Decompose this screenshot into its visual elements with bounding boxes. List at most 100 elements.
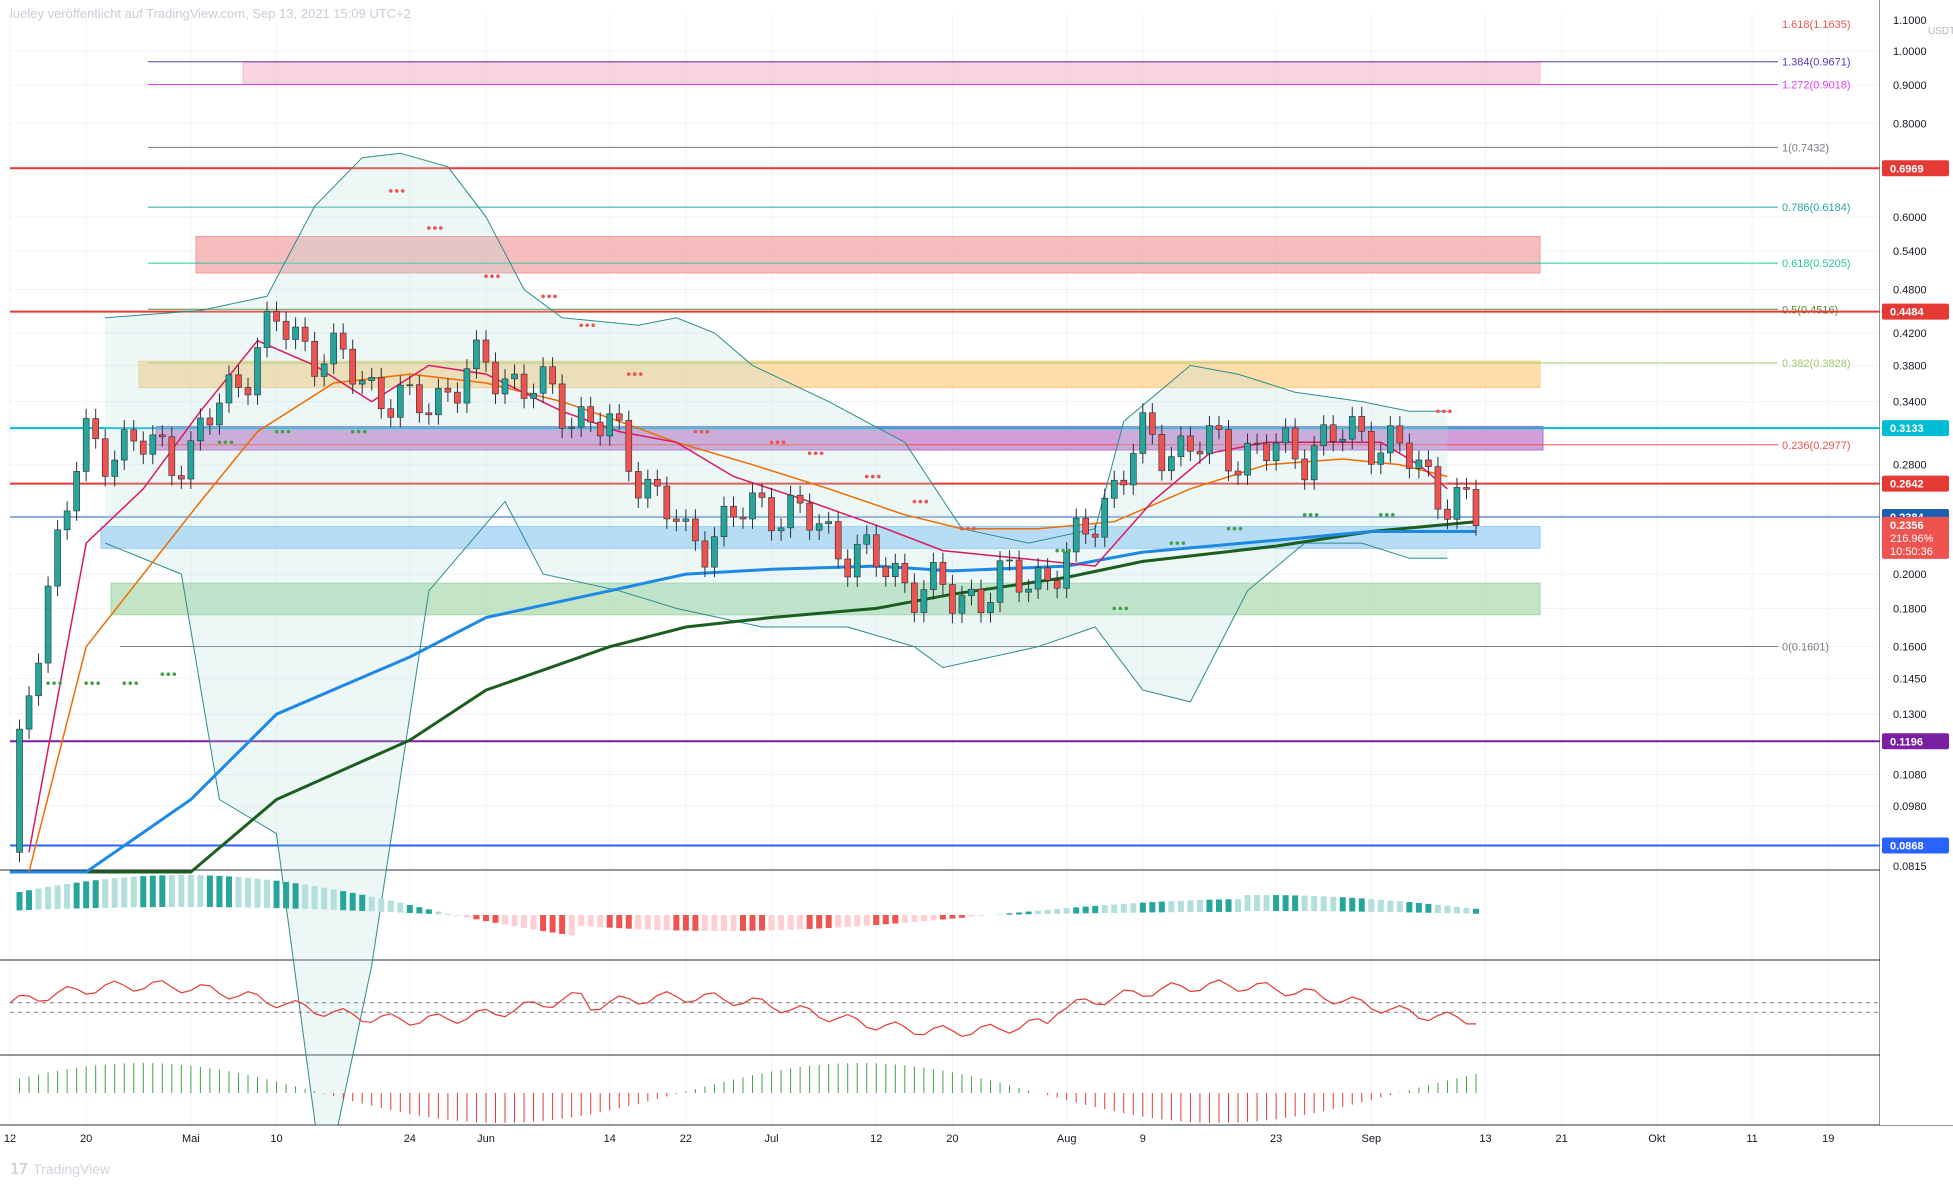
macd-bar: [1120, 903, 1127, 913]
candle-up: [1310, 445, 1318, 481]
candle-up: [1177, 435, 1185, 457]
price-tick-top: 1.1000: [1893, 15, 1927, 27]
candle-up: [987, 602, 994, 614]
macd-bar: [1158, 901, 1165, 913]
candle-down: [425, 412, 433, 416]
macd-bar: [254, 878, 261, 908]
macd-bar: [454, 915, 461, 916]
candle-up: [54, 529, 61, 587]
candle-up: [853, 543, 861, 578]
macd-bar: [1425, 903, 1432, 913]
time-tick: 11: [1746, 1133, 1757, 1145]
psar-dot: [350, 429, 355, 434]
candle-up: [958, 595, 966, 614]
macd-bar: [197, 875, 204, 908]
level-label: 0.4484: [1890, 307, 1925, 319]
candle-up: [1034, 567, 1042, 590]
macd-bar: [416, 907, 423, 914]
psar-dot: [46, 681, 50, 685]
macd-bar: [1111, 904, 1118, 913]
psar-dot: [547, 294, 551, 299]
candle-down: [416, 384, 423, 414]
macd-bar: [1434, 904, 1441, 913]
candle-down: [130, 429, 138, 442]
candle-up: [111, 459, 119, 477]
macd-bar: [1396, 901, 1403, 913]
time-tick: 22: [680, 1133, 692, 1145]
macd-bar: [892, 915, 899, 924]
psar-dot: [807, 451, 812, 456]
macd-bar: [1415, 902, 1422, 913]
candle-down: [1082, 517, 1090, 535]
candle-down: [663, 485, 671, 520]
candle-up: [1377, 452, 1385, 465]
macd-bar: [854, 915, 861, 927]
candle-up: [720, 505, 728, 537]
candle-down: [692, 518, 699, 542]
candle-down: [615, 413, 623, 421]
price-tick: 0.3800: [1893, 360, 1927, 372]
time-tick: 13: [1479, 1133, 1491, 1145]
psar-dot: [356, 429, 361, 434]
candle-down: [206, 417, 214, 426]
macd-bar: [720, 915, 727, 931]
macd-bar: [73, 882, 80, 909]
level-label: 0.2642: [1890, 479, 1924, 491]
macd-bar: [1282, 895, 1289, 912]
candle-up: [1244, 442, 1251, 476]
candle-down: [806, 502, 813, 531]
macd-bar: [1368, 899, 1375, 912]
macd-bar: [844, 915, 851, 927]
psar-dot: [585, 323, 589, 328]
psar-dot: [819, 451, 824, 456]
psar-dot: [966, 526, 970, 531]
macd-bar: [482, 915, 489, 922]
macd-bar: [121, 877, 128, 908]
candle-up: [1025, 588, 1032, 593]
candle-down: [977, 588, 985, 614]
macd-bar: [1016, 912, 1023, 915]
macd-bar: [349, 892, 356, 911]
candle-down: [387, 408, 395, 418]
psar-dot: [58, 681, 62, 685]
psar-dot: [912, 499, 917, 504]
candle-up: [25, 695, 33, 730]
chart-canvas[interactable]: 1.384(0.9671) 1.272(0.9018) 1(0.7432) 0.786…: [0, 0, 1953, 1188]
psar-dot: [638, 372, 643, 376]
candle-down: [549, 366, 556, 385]
macd-bar: [787, 915, 794, 930]
macd-bar: [406, 904, 413, 913]
time-tick: 21: [1556, 1133, 1568, 1145]
candle-up: [1282, 427, 1289, 444]
macd-bar: [387, 900, 394, 913]
candle-up: [368, 377, 376, 381]
time-tick: Aug: [1057, 1133, 1077, 1145]
candle-down: [625, 419, 633, 472]
macd-bar: [1273, 895, 1280, 912]
tradingview-logo[interactable]: 𝟣𝟩 TradingView: [10, 1160, 110, 1178]
macd-bar: [130, 876, 137, 908]
psar-dot: [122, 681, 127, 685]
macd-bar: [311, 886, 318, 910]
time-tick: 10: [270, 1133, 282, 1145]
macd-bar: [540, 915, 547, 932]
candle-up: [63, 510, 71, 531]
macd-bar: [568, 915, 575, 936]
macd-bar: [244, 877, 251, 908]
macd-bar: [711, 915, 718, 931]
macd-bar: [778, 915, 785, 931]
fib-label: 0(0.1601): [1782, 641, 1829, 653]
psar-dot: [427, 226, 431, 230]
macd-bar: [749, 915, 756, 931]
psar-dot: [217, 440, 222, 445]
macd-bar: [806, 915, 813, 929]
candle-up: [292, 326, 299, 340]
candle-down: [1215, 425, 1223, 430]
fib-label: 0.382(0.3828): [1782, 358, 1851, 370]
psar-dot: [280, 429, 285, 434]
candle-down: [1234, 470, 1242, 476]
macd-bar: [654, 915, 661, 930]
candle-up: [825, 521, 832, 525]
macd-bar: [102, 879, 109, 908]
candle-down: [949, 584, 956, 614]
